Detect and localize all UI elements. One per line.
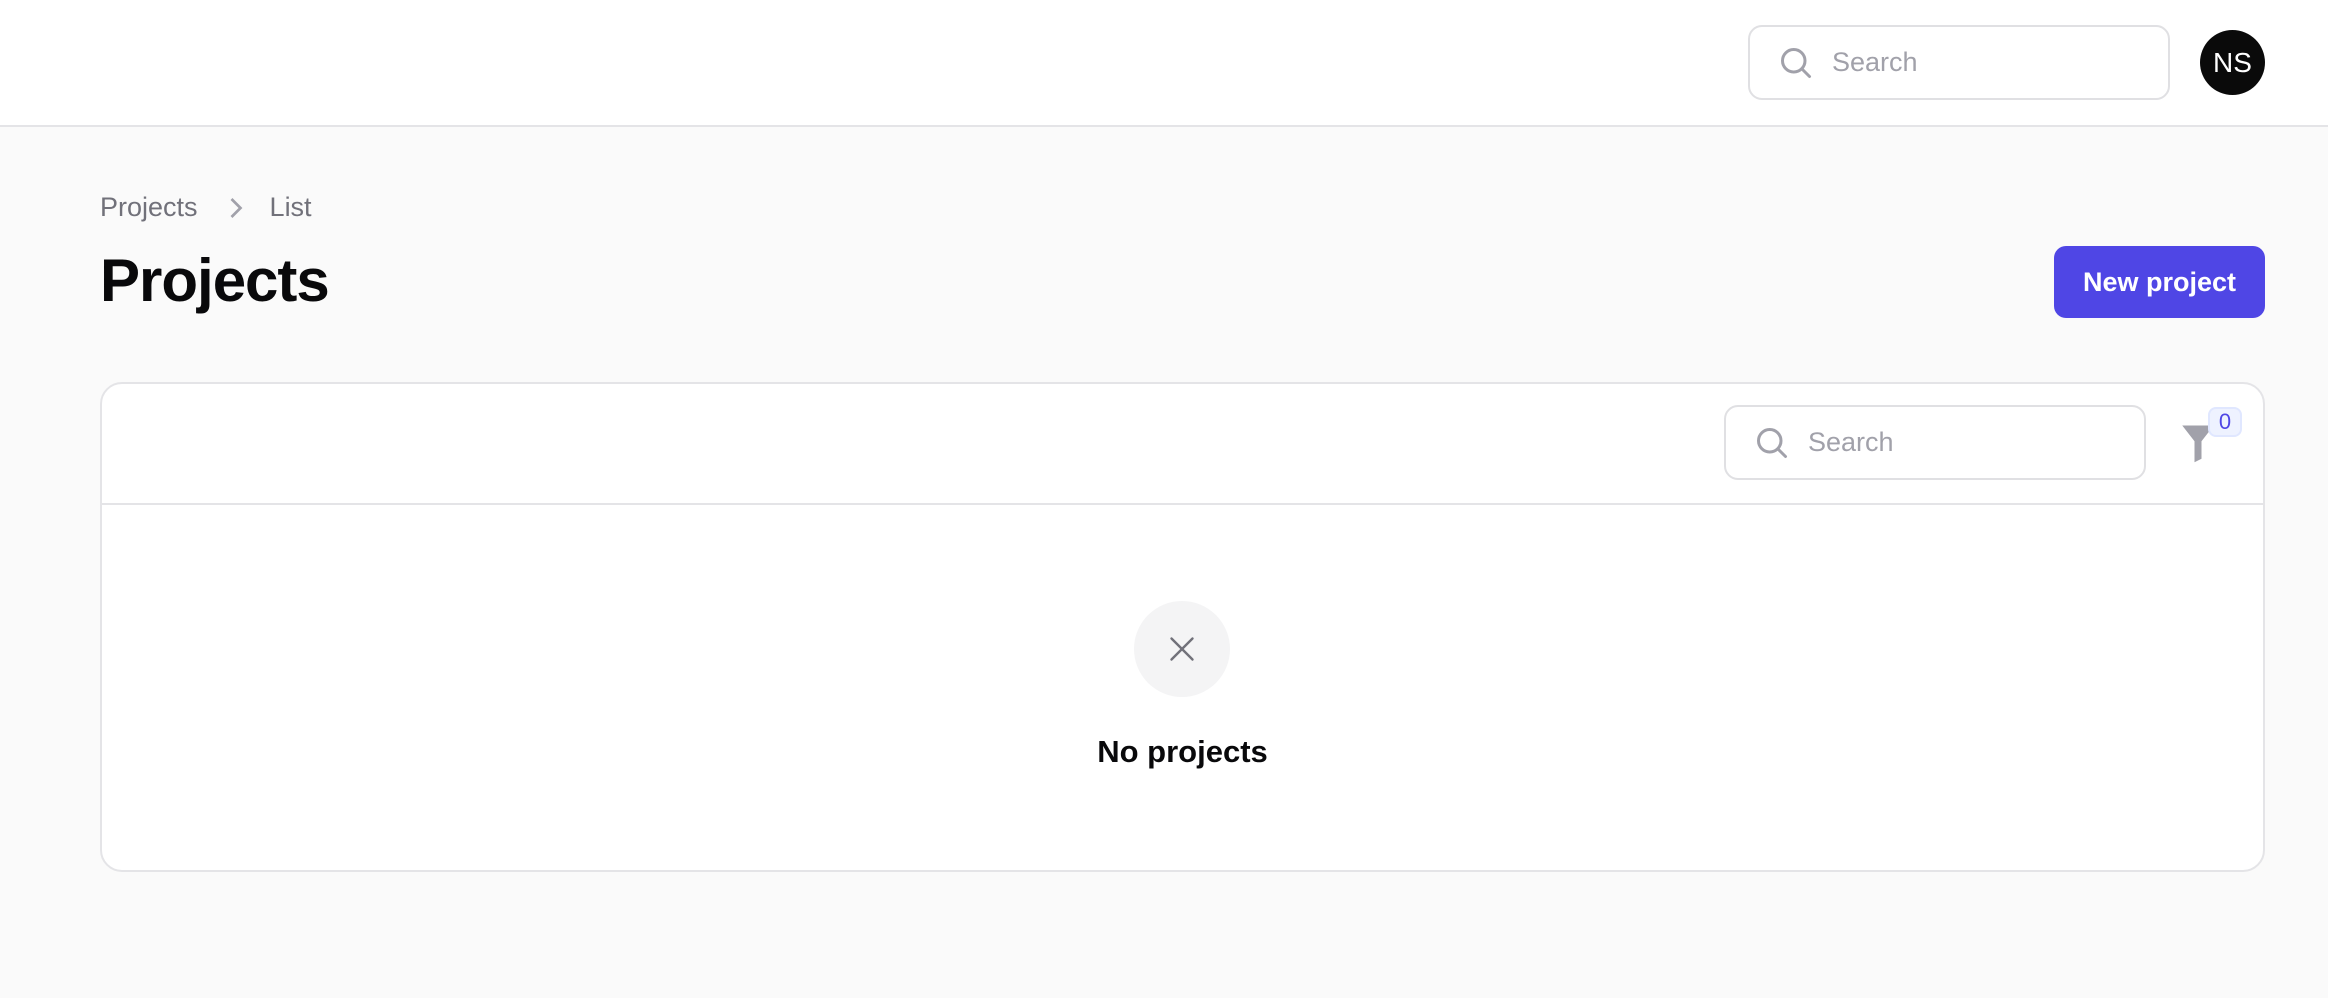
user-avatar[interactable]: NS bbox=[2200, 30, 2265, 95]
empty-state-icon bbox=[1134, 601, 1230, 697]
filter-count-badge: 0 bbox=[2208, 407, 2242, 437]
page-title: Projects bbox=[100, 247, 330, 314]
empty-state-message: No projects bbox=[1097, 734, 1268, 769]
x-icon bbox=[1170, 637, 1194, 661]
table-toolbar: 0 bbox=[102, 384, 2263, 505]
global-search-input[interactable] bbox=[1832, 47, 2132, 78]
search-icon bbox=[1781, 47, 1811, 78]
search-icon bbox=[1757, 427, 1787, 458]
table-search-input[interactable] bbox=[1808, 427, 2108, 458]
breadcrumb: Projects List bbox=[100, 192, 312, 223]
top-bar: NS bbox=[0, 0, 2328, 127]
table-search[interactable] bbox=[1724, 405, 2146, 480]
projects-table-card: 0 No projects bbox=[100, 382, 2265, 872]
chevron-right-icon bbox=[230, 197, 242, 218]
global-search[interactable] bbox=[1748, 25, 2170, 100]
breadcrumb-list: List bbox=[269, 192, 312, 222]
breadcrumb-projects[interactable]: Projects bbox=[100, 192, 198, 223]
new-project-button[interactable]: New project bbox=[2054, 246, 2265, 318]
